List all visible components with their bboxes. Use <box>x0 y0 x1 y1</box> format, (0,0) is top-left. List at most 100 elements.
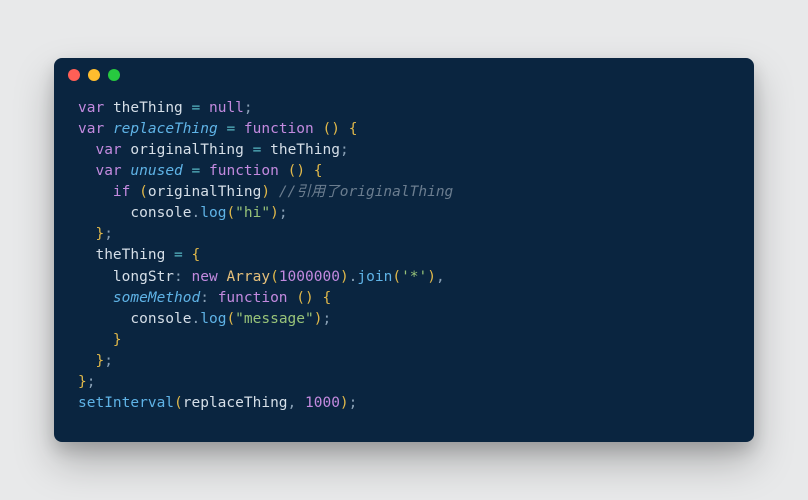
token-kw: new <box>192 269 218 285</box>
token-kw: var <box>95 142 121 158</box>
token-paren: ) <box>270 205 279 221</box>
token-kw2: function <box>218 290 288 306</box>
token-ident: theThing <box>270 142 340 158</box>
token-punct: ; <box>279 205 288 221</box>
token-punct <box>78 184 113 200</box>
code-line: console.log("message"); <box>78 309 730 330</box>
token-punct <box>78 205 130 221</box>
token-punct <box>78 332 113 348</box>
token-fn: someMethod <box>113 290 200 306</box>
token-fn: unused <box>130 163 182 179</box>
token-ident: replaceThing <box>183 395 288 411</box>
token-kw2: if <box>113 184 130 200</box>
token-paren: { <box>314 163 323 179</box>
token-punct <box>78 163 95 179</box>
token-kw2: function <box>244 121 314 137</box>
token-ident: originalThing <box>148 184 262 200</box>
token-kw2: function <box>209 163 279 179</box>
code-line: var theThing = null; <box>78 98 730 119</box>
token-str: '*' <box>401 269 427 285</box>
minimize-icon[interactable] <box>88 69 100 81</box>
token-punct: ; <box>349 395 358 411</box>
token-punct: , <box>436 269 445 285</box>
code-line: } <box>78 330 730 351</box>
token-paren: ) <box>427 269 436 285</box>
token-op: = <box>192 100 201 116</box>
token-punct <box>78 290 113 306</box>
token-paren: ( <box>174 395 183 411</box>
code-line: var replaceThing = function () { <box>78 119 730 140</box>
code-line: longStr: new Array(1000000).join('*'), <box>78 267 730 288</box>
token-punct: ; <box>340 142 349 158</box>
token-paren: } <box>95 353 104 369</box>
token-punct <box>78 226 95 242</box>
code-line: theThing = { <box>78 245 730 266</box>
token-punct <box>78 247 95 263</box>
token-cmt: //引用了originalThing <box>279 184 453 200</box>
code-line: var originalThing = theThing; <box>78 140 730 161</box>
token-punct: ; <box>87 374 96 390</box>
token-cls: Array <box>226 269 270 285</box>
code-line: console.log("hi"); <box>78 203 730 224</box>
token-punct: ; <box>104 226 113 242</box>
token-op: = <box>174 247 183 263</box>
token-punct: , <box>288 395 305 411</box>
token-punct <box>279 163 288 179</box>
code-line: }; <box>78 351 730 372</box>
token-punct <box>78 269 113 285</box>
code-window: var theThing = null;var replaceThing = f… <box>54 58 754 441</box>
token-paren: } <box>78 374 87 390</box>
token-punct <box>288 290 297 306</box>
token-punct <box>78 353 95 369</box>
token-punct <box>200 100 209 116</box>
token-op: = <box>226 121 235 137</box>
token-punct <box>78 142 95 158</box>
token-num: 1000000 <box>279 269 340 285</box>
zoom-icon[interactable] <box>108 69 120 81</box>
code-line: var unused = function () { <box>78 161 730 182</box>
code-line: someMethod: function () { <box>78 288 730 309</box>
token-paren: ( <box>392 269 401 285</box>
code-line: }; <box>78 372 730 393</box>
token-punct <box>235 121 244 137</box>
token-ident: originalThing <box>130 142 244 158</box>
token-str: "hi" <box>235 205 270 221</box>
token-paren: ( <box>296 290 305 306</box>
token-punct <box>244 142 253 158</box>
code-block: var theThing = null;var replaceThing = f… <box>54 92 754 441</box>
token-paren: ( <box>139 184 148 200</box>
token-kw: var <box>78 100 104 116</box>
code-line: setInterval(replaceThing, 1000); <box>78 393 730 414</box>
token-punct <box>270 184 279 200</box>
token-punct <box>200 163 209 179</box>
token-paren: ( <box>288 163 297 179</box>
token-punct: ; <box>104 353 113 369</box>
token-op: = <box>192 163 201 179</box>
token-paren: ( <box>226 205 235 221</box>
token-paren: { <box>349 121 358 137</box>
token-ident: theThing <box>95 247 165 263</box>
token-punct <box>104 100 113 116</box>
token-log: setInterval <box>78 395 174 411</box>
token-log: log <box>200 311 226 327</box>
token-punct <box>261 142 270 158</box>
token-paren: } <box>113 332 122 348</box>
code-line: if (originalThing) //引用了originalThing <box>78 182 730 203</box>
token-paren: ) <box>305 290 314 306</box>
token-paren: ) <box>296 163 305 179</box>
token-punct: : <box>200 290 217 306</box>
token-paren: ( <box>270 269 279 285</box>
token-propkey: longStr <box>113 269 174 285</box>
token-punct: : <box>174 269 191 285</box>
token-paren: ) <box>331 121 340 137</box>
token-punct: . <box>192 311 201 327</box>
close-icon[interactable] <box>68 69 80 81</box>
token-console: console <box>130 205 191 221</box>
token-null: null <box>209 100 244 116</box>
token-punct <box>183 163 192 179</box>
token-str: "message" <box>235 311 314 327</box>
token-num: 1000 <box>305 395 340 411</box>
token-punct: ; <box>244 100 253 116</box>
token-punct <box>183 100 192 116</box>
token-paren: { <box>192 247 201 263</box>
